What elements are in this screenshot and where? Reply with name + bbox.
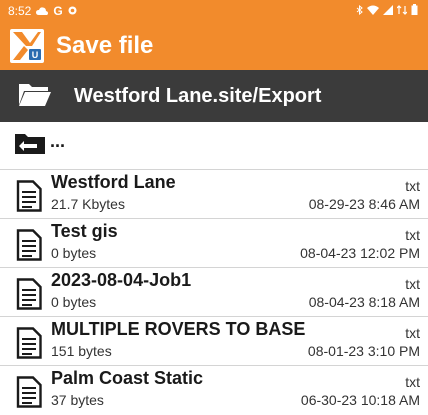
file-date: 08-01-23 3:10 PM bbox=[307, 343, 420, 359]
data-icon bbox=[396, 4, 408, 18]
current-path: Westford Lane.site/Export bbox=[74, 84, 322, 107]
file-name: Test gis bbox=[51, 221, 118, 241]
folder-open-icon bbox=[18, 81, 52, 112]
file-row[interactable]: Test gis 0 bytes txt 08-04-23 12:02 PM bbox=[0, 219, 428, 268]
wifi-icon bbox=[367, 5, 379, 18]
file-icon bbox=[16, 327, 42, 359]
file-size: 151 bytes bbox=[51, 343, 112, 359]
file-size: 0 bytes bbox=[51, 294, 97, 310]
file-type: txt bbox=[405, 178, 420, 194]
file-icon bbox=[16, 180, 42, 212]
x-logo-icon[interactable]: U bbox=[10, 29, 44, 63]
file-size: 21.7 Kbytes bbox=[51, 196, 125, 212]
file-name: Westford Lane bbox=[51, 172, 176, 192]
file-icon bbox=[16, 229, 42, 261]
app-bar: U Save file bbox=[0, 22, 428, 70]
file-type: txt bbox=[405, 325, 420, 341]
file-date: 08-04-23 12:02 PM bbox=[300, 245, 420, 261]
battery-icon bbox=[411, 4, 418, 18]
svg-text:U: U bbox=[32, 50, 39, 60]
file-icon bbox=[16, 376, 42, 408]
file-icon bbox=[16, 278, 42, 310]
file-type: txt bbox=[405, 276, 420, 292]
folder-up-icon bbox=[14, 131, 46, 160]
file-name: 2023-08-04-Job1 bbox=[51, 270, 192, 290]
status-time: 8:52 bbox=[8, 4, 32, 18]
file-size: 0 bytes bbox=[51, 245, 97, 261]
page-title: Save file bbox=[56, 32, 154, 59]
notification-dot-icon bbox=[68, 4, 77, 18]
file-size: 37 bytes bbox=[51, 392, 104, 408]
file-date: 08-29-23 8:46 AM bbox=[308, 196, 420, 212]
bluetooth-icon bbox=[356, 4, 363, 18]
file-date: 06-30-23 10:18 AM bbox=[300, 392, 420, 408]
file-name: MULTIPLE ROVERS TO BASE bbox=[51, 319, 306, 339]
status-bar: 8:52 G bbox=[0, 0, 428, 22]
file-row[interactable]: 2023-08-04-Job1 0 bytes txt 08-04-23 8:1… bbox=[0, 268, 428, 317]
current-path-bar: Westford Lane.site/Export bbox=[0, 70, 428, 122]
file-row[interactable]: Palm Coast Static 37 bytes txt 06-30-23 … bbox=[0, 366, 428, 415]
cloud-icon bbox=[36, 4, 49, 18]
file-date: 08-04-23 8:18 AM bbox=[308, 294, 420, 310]
parent-folder-row[interactable]: ... bbox=[0, 125, 428, 165]
signal-icon bbox=[383, 4, 393, 18]
file-type: txt bbox=[405, 374, 420, 390]
file-type: txt bbox=[405, 227, 420, 243]
parent-folder-label: ... bbox=[50, 130, 66, 151]
google-g-icon: G bbox=[53, 4, 63, 18]
file-row[interactable]: Westford Lane 21.7 Kbytes txt 08-29-23 8… bbox=[0, 170, 428, 219]
file-name: Palm Coast Static bbox=[51, 368, 204, 388]
file-row[interactable]: MULTIPLE ROVERS TO BASE 151 bytes txt 08… bbox=[0, 317, 428, 366]
